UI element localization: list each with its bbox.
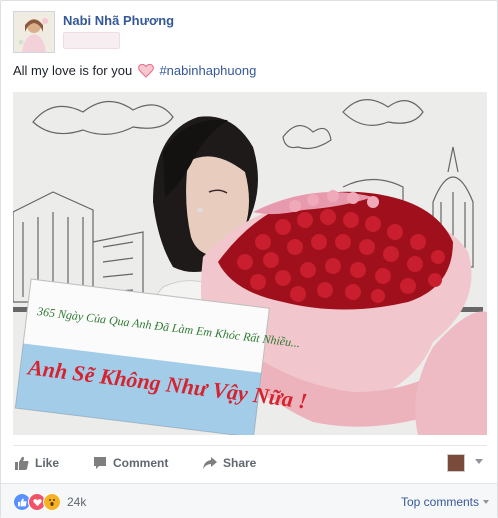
post-timestamp[interactable]: [63, 32, 120, 49]
comment-button[interactable]: Comment: [93, 456, 168, 470]
hashtag-link[interactable]: #nabinhaphuong: [159, 63, 256, 78]
commenter-avatar[interactable]: [447, 454, 465, 472]
post-photo[interactable]: 365 Ngày Của Qua Anh Đã Làm Em Khóc Rất …: [13, 92, 487, 435]
reaction-icons[interactable]: [13, 493, 61, 511]
dropdown-caret-icon[interactable]: [483, 500, 489, 504]
thumbs-up-icon: [15, 456, 29, 470]
action-bar: Like Comment Share: [13, 445, 487, 482]
chevron-down-icon[interactable]: [475, 459, 483, 464]
top-comments-dropdown[interactable]: Top comments: [401, 495, 479, 509]
comment-label: Comment: [113, 456, 169, 470]
reaction-count[interactable]: 24k: [67, 495, 86, 509]
post-status: All my love is for you #nabinhaphuong: [13, 63, 256, 78]
wow-reaction-icon: [43, 493, 61, 511]
share-label: Share: [223, 456, 257, 470]
share-icon: [203, 457, 217, 469]
post-card: Nabi Nhã Phương All my love is for you #…: [0, 0, 498, 518]
like-label: Like: [35, 456, 60, 470]
share-button[interactable]: Share: [203, 456, 256, 470]
heart-emoji-icon: [137, 63, 154, 78]
reactions-footer: 24k Top comments: [1, 483, 497, 518]
profile-avatar[interactable]: [13, 11, 55, 53]
comment-icon: [94, 457, 106, 469]
author-name[interactable]: Nabi Nhã Phương: [63, 13, 174, 28]
status-text: All my love is for you: [13, 63, 133, 78]
like-button[interactable]: Like: [15, 456, 59, 470]
